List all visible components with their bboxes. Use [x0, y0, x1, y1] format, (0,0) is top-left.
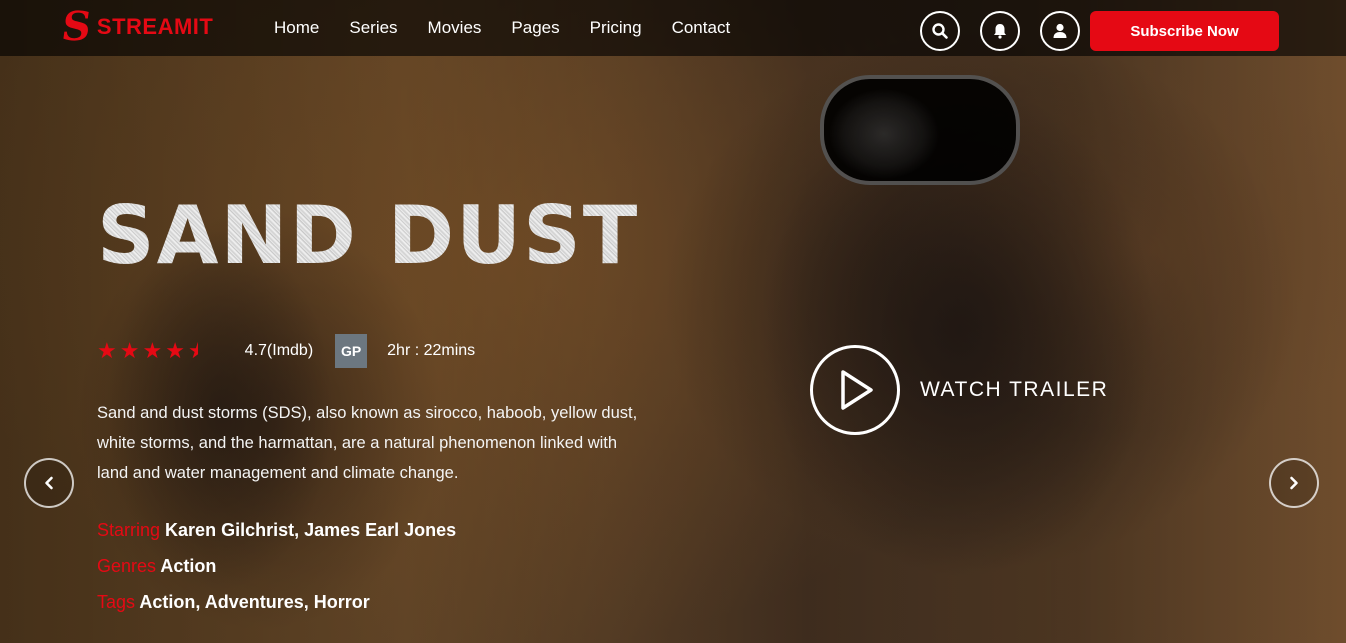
star-rating: ★ ★ ★ ★ ★	[97, 340, 211, 362]
account-button[interactable]	[1040, 11, 1080, 51]
tags-label: Tags	[97, 592, 136, 612]
top-navbar: S STREAMIT Home Series Movies Pages Pric…	[0, 0, 1346, 56]
logo-mark: S	[58, 3, 95, 50]
watch-trailer-label: WATCH TRAILER	[920, 378, 1109, 401]
nav-item-series[interactable]: Series	[349, 18, 397, 38]
runtime: 2hr : 22mins	[387, 342, 476, 359]
bell-icon	[994, 24, 1006, 39]
genres-value: Action	[160, 556, 217, 576]
tags-line: Tags Action, Adventures, Horror	[97, 592, 370, 613]
star-icon: ★	[165, 338, 185, 363]
notifications-button[interactable]	[980, 11, 1020, 51]
main-nav: Home Series Movies Pages Pricing Contact	[274, 0, 760, 56]
play-icon	[841, 370, 873, 410]
star-icon: ★	[97, 338, 117, 363]
star-icon: ★	[142, 338, 163, 363]
nav-item-pricing[interactable]: Pricing	[590, 18, 642, 38]
watch-trailer-button[interactable]: WATCH TRAILER	[810, 345, 1108, 435]
next-slide-button[interactable]	[1269, 458, 1319, 508]
subscribe-button[interactable]: Subscribe Now	[1090, 11, 1279, 51]
search-button[interactable]	[920, 11, 960, 51]
movie-title: SAND DUST	[97, 189, 640, 282]
movie-description: Sand and dust storms (SDS), also known a…	[97, 404, 638, 482]
search-icon	[932, 23, 948, 39]
goggles-image	[820, 75, 1020, 185]
nav-item-contact[interactable]: Contact	[672, 18, 731, 38]
tags-value: Action, Adventures, Horror	[139, 592, 370, 612]
movie-meta: ★ ★ ★ ★ ★ 4.7(Imdb) GP 2hr : 22mins	[97, 334, 475, 368]
starring-value: Karen Gilchrist, James Earl Jones	[165, 520, 457, 540]
starring-label: Starring	[97, 520, 161, 540]
chevron-right-icon	[1290, 476, 1298, 490]
genres-label: Genres	[97, 556, 157, 576]
logo-text: STREAMIT	[96, 14, 214, 39]
star-icon: ★	[119, 338, 140, 363]
half-star-icon: ★	[187, 338, 208, 363]
chevron-left-icon	[45, 476, 53, 490]
prev-slide-button[interactable]	[24, 458, 74, 508]
brand-logo[interactable]: S STREAMIT	[58, 3, 214, 50]
play-button[interactable]	[810, 345, 900, 435]
age-rating-badge: GP	[335, 334, 368, 368]
nav-item-pages[interactable]: Pages	[511, 18, 559, 38]
user-icon	[1053, 23, 1067, 38]
imdb-rating: 4.7(Imdb)	[244, 342, 314, 359]
nav-item-home[interactable]: Home	[274, 18, 319, 38]
starring-line: Starring Karen Gilchrist, James Earl Jon…	[97, 520, 456, 541]
nav-item-movies[interactable]: Movies	[428, 18, 482, 38]
genres-line: Genres Action	[97, 556, 216, 577]
